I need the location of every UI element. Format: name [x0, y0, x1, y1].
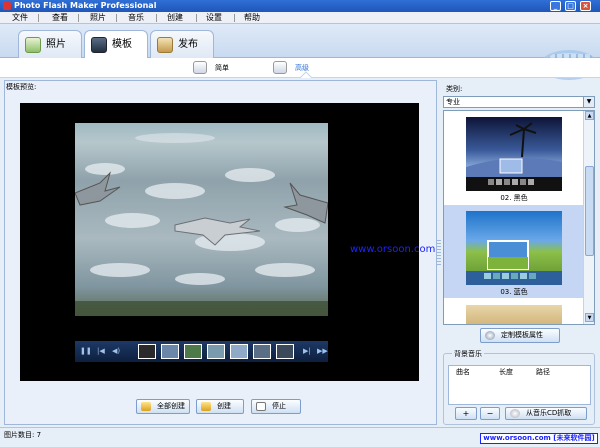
dropdown-arrow-icon[interactable]: ▼	[583, 97, 594, 107]
app-window: Photo Flash Maker Professional _ □ × 文件 …	[0, 0, 600, 447]
volume-icon[interactable]: ◀)	[112, 347, 120, 355]
filmstrip-thumb[interactable]	[253, 344, 271, 359]
pause-icon[interactable]: ❚❚	[80, 347, 92, 355]
menu-separator	[156, 14, 157, 22]
create-all-icon	[141, 402, 151, 411]
preview-photo	[75, 123, 328, 316]
create-button[interactable]: 创建	[196, 399, 244, 414]
create-all-button[interactable]: 全部创建	[136, 399, 190, 414]
create-icon	[201, 402, 211, 411]
rip-cd-button[interactable]: 从音乐CD抓取	[505, 407, 587, 420]
jet-fighters-illustration	[75, 171, 328, 316]
prev-icon[interactable]: |◀	[97, 347, 105, 355]
next-icon[interactable]: ▶|	[303, 347, 311, 355]
menu-separator	[116, 14, 117, 22]
filmstrip-thumb[interactable]	[230, 344, 248, 359]
remove-music-button[interactable]: −	[480, 407, 500, 420]
advanced-mode-icon	[273, 61, 287, 74]
menu-music[interactable]: 音乐	[124, 12, 148, 24]
site-badge: www.orsoon.com [未来软件园]	[480, 433, 598, 444]
minimize-button[interactable]: _	[550, 1, 561, 11]
stop-button[interactable]: 停止	[251, 399, 301, 414]
template-thumbnail	[466, 117, 562, 191]
menu-view[interactable]: 查看	[48, 12, 72, 24]
window-title: Photo Flash Maker Professional	[14, 1, 157, 10]
filmstrip-thumb[interactable]	[207, 344, 225, 359]
watermark: www.orsoon.com	[350, 244, 436, 255]
scroll-up-icon[interactable]: ▲	[585, 111, 594, 120]
template-thumbnail	[466, 211, 562, 285]
cd-icon	[510, 409, 520, 418]
filmstrip-thumb[interactable]	[184, 344, 202, 359]
main-tab-bar: 照片 模板 发布	[0, 24, 600, 80]
templates-icon	[91, 37, 107, 53]
menu-bar: 文件 查看 照片 音乐 创建 设置 帮助	[0, 12, 600, 24]
scrollbar-thumb[interactable]	[585, 166, 594, 256]
maximize-button[interactable]: □	[565, 1, 576, 11]
add-music-button[interactable]: +	[455, 407, 477, 420]
app-icon	[3, 2, 11, 10]
photo-count: 图片数目: 7	[4, 430, 41, 440]
photo-count-label: 图片数目:	[4, 431, 35, 439]
menu-settings[interactable]: 设置	[202, 12, 226, 24]
title-bar[interactable]: Photo Flash Maker Professional _ □ ×	[0, 0, 600, 12]
template-item[interactable]: 02. 黑色	[444, 111, 584, 204]
template-caption: 02. 黑色	[500, 194, 528, 202]
tab-templates[interactable]: 模板	[84, 30, 148, 59]
filmstrip-thumb[interactable]	[138, 344, 156, 359]
customize-template-button[interactable]: 定制模板属性	[480, 328, 560, 343]
publish-icon	[157, 37, 173, 53]
menu-separator	[38, 14, 39, 22]
filmstrip-thumb[interactable]	[161, 344, 179, 359]
template-caption: 03. 蓝色	[500, 288, 528, 296]
category-select[interactable]: 专业 ▼	[443, 96, 595, 108]
template-list-scrollbar[interactable]: ▲ ▼	[583, 111, 594, 324]
simple-mode-icon	[193, 61, 207, 74]
subtab-simple[interactable]: 简单	[193, 61, 243, 75]
scroll-down-icon[interactable]: ▼	[585, 313, 594, 322]
menu-file[interactable]: 文件	[8, 12, 32, 24]
menu-separator	[234, 14, 235, 22]
panel-splitter[interactable]	[437, 240, 441, 266]
photos-icon	[25, 37, 41, 53]
preview-title: 模板预览:	[6, 83, 37, 91]
stop-icon	[256, 402, 266, 411]
category-label: 类别:	[446, 85, 463, 93]
music-table[interactable]: 曲名 长度 路径	[448, 365, 591, 405]
template-item[interactable]	[444, 299, 584, 324]
gear-icon	[485, 331, 495, 340]
close-button[interactable]: ×	[580, 1, 591, 11]
template-list: 02. 黑色 03. 蓝色	[443, 110, 595, 325]
background-music-title: 背景音乐	[452, 349, 484, 359]
tab-publish[interactable]: 发布	[150, 30, 214, 58]
palm-tree-illustration	[466, 122, 562, 191]
tab-photos[interactable]: 照片	[18, 30, 82, 58]
filmstrip-thumb[interactable]	[276, 344, 294, 359]
music-col-path[interactable]: 路径	[536, 367, 550, 377]
menu-create[interactable]: 创建	[163, 12, 187, 24]
menu-separator	[196, 14, 197, 22]
menu-separator	[78, 14, 79, 22]
menu-help[interactable]: 帮助	[240, 12, 264, 24]
subtab-advanced[interactable]: 高级	[273, 61, 323, 75]
template-item-selected[interactable]: 03. 蓝色	[444, 205, 584, 298]
green-field-illustration	[466, 240, 562, 285]
template-thumbnail	[466, 305, 562, 324]
photo-count-value: 7	[36, 431, 42, 439]
music-col-title[interactable]: 曲名	[456, 367, 470, 377]
music-col-length[interactable]: 长度	[499, 367, 513, 377]
category-selected-value: 专业	[446, 98, 460, 106]
fullscreen-icon[interactable]: ▶▶	[317, 347, 328, 355]
menu-photo[interactable]: 照片	[86, 12, 110, 24]
active-subtab-caret	[300, 71, 312, 78]
